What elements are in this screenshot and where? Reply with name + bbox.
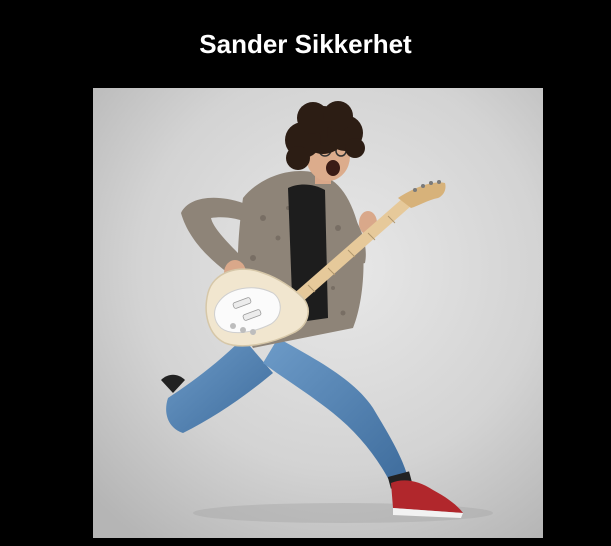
- guitarist-photo: [93, 88, 543, 538]
- guitarist-illustration: [93, 88, 543, 538]
- page-title: Sander Sikkerhet: [199, 29, 412, 59]
